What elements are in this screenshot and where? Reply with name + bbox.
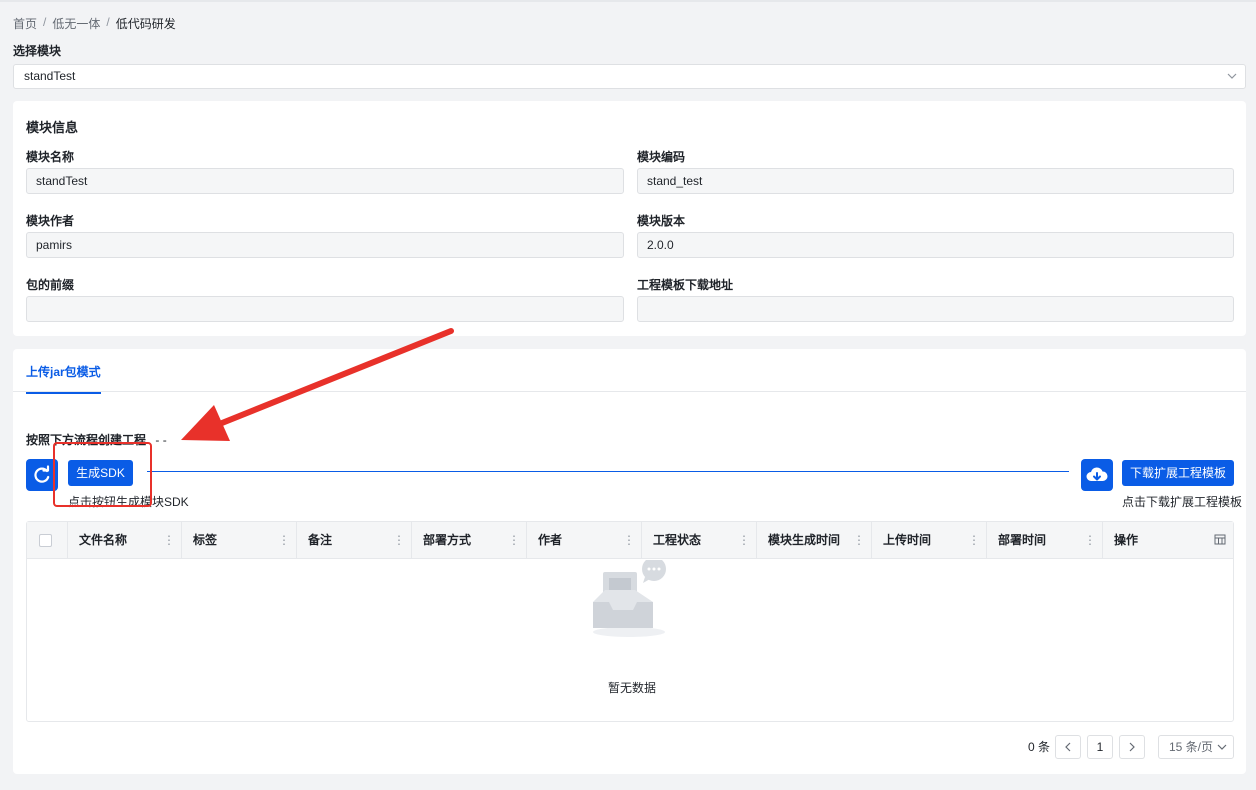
column-header[interactable]: 作者 ⋮ [527,522,642,559]
column-menu-icon[interactable]: ⋮ [278,522,290,559]
download-template-button[interactable]: 下载扩展工程模板 [1122,460,1234,486]
page-number-button[interactable]: 1 [1087,735,1113,759]
select-all-checkbox[interactable] [39,534,52,547]
package-prefix-field[interactable] [26,296,624,322]
column-menu-icon[interactable]: ⋮ [1084,522,1096,559]
module-version-field[interactable]: 2.0.0 [637,232,1234,258]
chevron-right-icon [1129,742,1135,752]
column-header-label: 部署方式 [423,533,472,547]
select-all-cell [27,522,68,559]
column-header: 操作 [1103,522,1233,559]
module-name-label: 模块名称 [26,150,75,164]
page-size-select[interactable]: 15 条/页 [1158,735,1234,759]
column-header[interactable]: 上传时间 ⋮ [872,522,987,559]
column-header[interactable]: 备注 ⋮ [297,522,412,559]
column-header-label: 作者 [538,533,563,547]
flow-instruction-text: 按照下方流程创建工程 [26,433,147,447]
table-header: 文件名称 ⋮ 标签 ⋮ 备注 ⋮ 部署方式 ⋮ 作者 ⋮ 工程状态 ⋮ 模块生成时间 ⋮ 上传… [27,522,1233,559]
column-header-label: 上传时间 [883,533,932,547]
chevron-down-icon [1217,736,1227,765]
column-header-label: 操作 [1114,533,1139,547]
generate-sdk-hint: 点击按钮生成模块SDK [68,495,189,509]
module-select-value: standTest [24,69,76,83]
column-header[interactable]: 模块生成时间 ⋮ [757,522,872,559]
breadcrumb-home[interactable]: 首页 [13,15,37,32]
page-size-value: 15 条/页 [1169,740,1214,754]
next-page-button[interactable] [1119,735,1145,759]
breadcrumb-current: 低代码研发 [115,17,176,31]
template-url-field[interactable] [637,296,1234,322]
chevron-down-icon [1227,65,1237,97]
breadcrumb-low-no-code[interactable]: 低无一体 [52,15,100,32]
column-settings-icon[interactable] [1214,522,1226,574]
module-code-field[interactable]: stand_test [637,168,1234,194]
column-menu-icon[interactable]: ⋮ [738,522,750,559]
column-header-label: 文件名称 [79,533,128,547]
pagination-total: 0 条 [1028,740,1051,754]
upload-card: 上传jar包模式 按照下方流程创建工程 - - 生成SDK 下载扩展工程模板 点… [13,349,1246,774]
column-header[interactable]: 部署方式 ⋮ [412,522,527,559]
package-prefix-label: 包的前缀 [26,278,75,292]
empty-state-text: 暂无数据 [608,681,657,695]
column-header-label: 部署时间 [998,533,1047,547]
module-author-label: 模块作者 [26,214,75,228]
column-menu-icon[interactable]: ⋮ [623,522,635,559]
module-info-card: 模块信息 模块名称 standTest 模块编码 stand_test 模块作者… [13,101,1246,336]
column-header[interactable]: 工程状态 ⋮ [642,522,757,559]
column-menu-icon[interactable]: ⋮ [508,522,520,559]
chevron-left-icon [1065,742,1071,752]
module-code-label: 模块编码 [637,150,686,164]
download-template-hint: 点击下载扩展工程模板 [1122,495,1243,509]
column-header[interactable]: 文件名称 ⋮ [68,522,182,559]
breadcrumb: 首页 / 低无一体 / 低代码研发 [13,15,176,32]
column-menu-icon[interactable]: ⋮ [393,522,405,559]
column-menu-icon[interactable]: ⋮ [853,522,865,559]
refresh-icon [26,459,58,491]
column-header-label: 模块生成时间 [768,533,841,547]
flow-instruction-suffix: - - [155,433,167,447]
prev-page-button[interactable] [1055,735,1081,759]
module-author-field[interactable]: pamirs [26,232,624,258]
module-name-field[interactable]: standTest [26,168,624,194]
breadcrumb-separator: / [43,15,47,29]
flow-instruction: 按照下方流程创建工程 - - [26,431,167,448]
column-menu-icon[interactable]: ⋮ [968,522,980,559]
column-header[interactable]: 部署时间 ⋮ [987,522,1103,559]
jar-file-table: 文件名称 ⋮ 标签 ⋮ 备注 ⋮ 部署方式 ⋮ 作者 ⋮ 工程状态 ⋮ 模块生成时间 ⋮ 上传… [26,521,1234,722]
column-header-label: 标签 [193,533,218,547]
top-divider [0,0,1256,2]
module-select-label: 选择模块 [13,44,62,58]
cloud-download-icon [1081,459,1113,491]
tab-divider [13,391,1246,392]
empty-inbox-icon [587,557,677,648]
flow-connector-line [147,471,1069,472]
breadcrumb-separator: / [106,15,110,29]
generate-sdk-button[interactable]: 生成SDK [68,460,133,486]
column-header[interactable]: 标签 ⋮ [182,522,297,559]
module-select[interactable]: standTest [13,64,1246,89]
column-header-label: 备注 [308,533,333,547]
module-version-label: 模块版本 [637,214,686,228]
column-header-label: 工程状态 [653,533,702,547]
module-info-title: 模块信息 [26,120,79,135]
column-menu-icon[interactable]: ⋮ [163,522,175,559]
template-url-label: 工程模板下载地址 [637,278,734,292]
tab-upload-jar[interactable]: 上传jar包模式 [26,363,101,394]
